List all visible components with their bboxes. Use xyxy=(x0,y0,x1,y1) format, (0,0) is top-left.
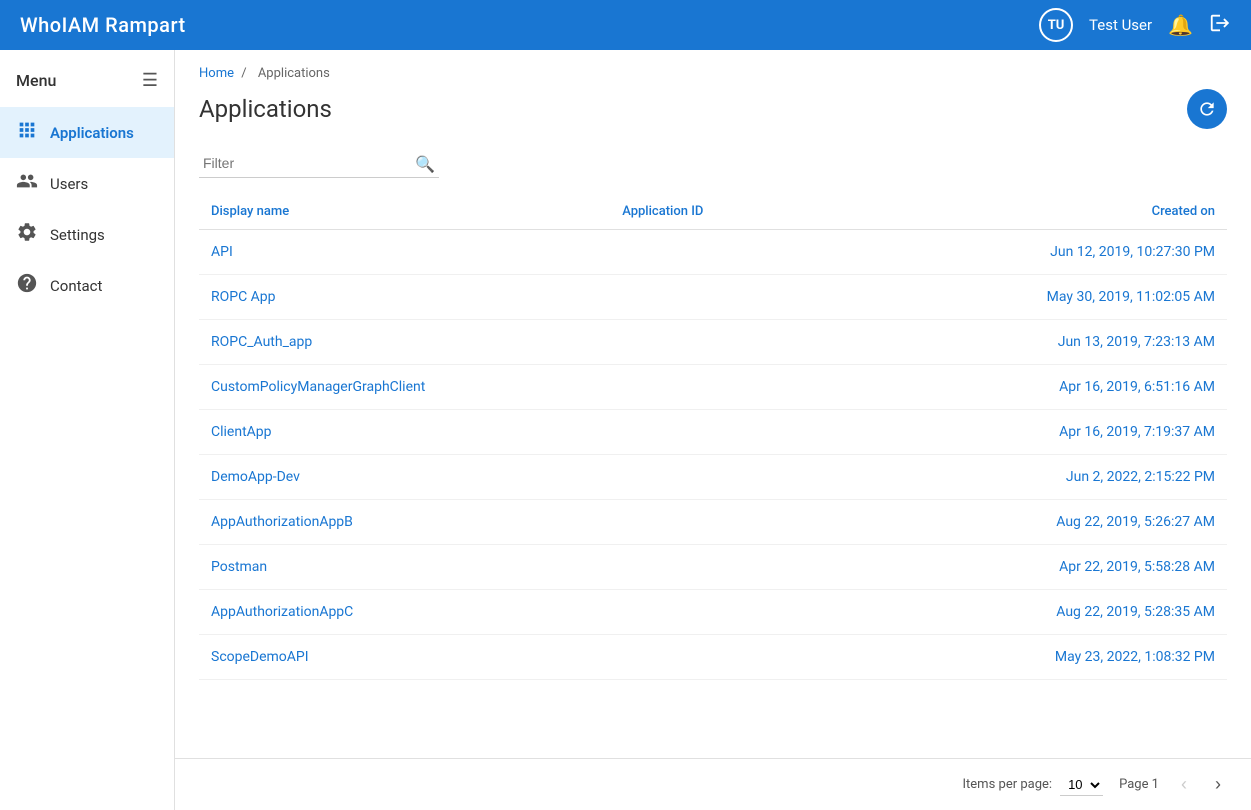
sidebar-label-users: Users xyxy=(50,175,88,193)
cell-app-id xyxy=(610,545,970,590)
sidebar-item-settings[interactable]: Settings xyxy=(0,209,174,260)
table-header: Display name Application ID Created on xyxy=(199,194,1227,230)
sidebar-item-users[interactable]: Users xyxy=(0,158,174,209)
topbar-right: TU Test User 🔔 xyxy=(1039,8,1231,42)
hamburger-icon[interactable]: ☰ xyxy=(142,70,158,91)
filter-input[interactable] xyxy=(199,149,439,178)
topbar: WhoIAM Rampart TU Test User 🔔 xyxy=(0,0,1251,50)
table-row[interactable]: ROPC App May 30, 2019, 11:02:05 AM xyxy=(199,275,1227,320)
cell-display-name[interactable]: Postman xyxy=(199,545,610,590)
sidebar-label-applications: Applications xyxy=(50,124,134,142)
cell-display-name[interactable]: ROPC_Auth_app xyxy=(199,320,610,365)
items-per-page: Items per page: 10 25 50 xyxy=(963,774,1104,796)
app-title: WhoIAM Rampart xyxy=(20,13,186,37)
table: Display name Application ID Created on A… xyxy=(199,194,1227,680)
cell-app-id xyxy=(610,230,970,275)
cell-display-name[interactable]: CustomPolicyManagerGraphClient xyxy=(199,365,610,410)
table-body: API Jun 12, 2019, 10:27:30 PM ROPC App May … xyxy=(199,230,1227,680)
cell-app-id xyxy=(610,455,970,500)
cell-display-name[interactable]: ROPC App xyxy=(199,275,610,320)
logout-icon[interactable] xyxy=(1209,12,1231,39)
cell-app-id xyxy=(610,635,970,680)
cell-created-on: Apr 22, 2019, 5:58:28 AM xyxy=(970,545,1227,590)
cell-display-name[interactable]: AppAuthorizationAppC xyxy=(199,590,610,635)
cell-created-on: Apr 16, 2019, 7:19:37 AM xyxy=(970,410,1227,455)
table-row[interactable]: API Jun 12, 2019, 10:27:30 PM xyxy=(199,230,1227,275)
col-header-display-name: Display name xyxy=(199,194,610,230)
apps-icon xyxy=(16,119,38,146)
cell-display-name[interactable]: DemoApp-Dev xyxy=(199,455,610,500)
cell-created-on: May 23, 2022, 1:08:32 PM xyxy=(970,635,1227,680)
breadcrumb: Home / Applications xyxy=(199,66,1227,81)
cell-app-id xyxy=(610,500,970,545)
col-header-app-id: Application ID xyxy=(610,194,970,230)
breadcrumb-home[interactable]: Home xyxy=(199,66,234,81)
cell-app-id xyxy=(610,365,970,410)
page-title-row: Applications xyxy=(199,89,1227,129)
prev-page-button[interactable]: ‹ xyxy=(1175,770,1193,799)
sidebar: Menu ☰ Applications Users Settings xyxy=(0,50,175,810)
search-icon: 🔍 xyxy=(415,154,435,173)
next-page-button[interactable]: › xyxy=(1209,770,1227,799)
sidebar-item-contact[interactable]: Contact xyxy=(0,260,174,311)
cell-app-id xyxy=(610,320,970,365)
col-header-created-on: Created on xyxy=(970,194,1227,230)
items-per-page-label: Items per page: xyxy=(963,777,1053,792)
username-label: Test User xyxy=(1089,16,1152,34)
page-info: Page 1 xyxy=(1119,777,1159,792)
user-avatar[interactable]: TU xyxy=(1039,8,1073,42)
applications-table: Display name Application ID Created on A… xyxy=(199,194,1227,680)
settings-icon xyxy=(16,221,38,248)
table-row[interactable]: AppAuthorizationAppC Aug 22, 2019, 5:28:3… xyxy=(199,590,1227,635)
page-title: Applications xyxy=(199,95,332,123)
breadcrumb-current: Applications xyxy=(258,66,330,81)
filter-row: 🔍 xyxy=(199,149,1227,178)
table-row[interactable]: ROPC_Auth_app Jun 13, 2019, 7:23:13 AM xyxy=(199,320,1227,365)
sidebar-label-settings: Settings xyxy=(50,226,105,244)
cell-app-id xyxy=(610,590,970,635)
users-icon xyxy=(16,170,38,197)
contact-icon xyxy=(16,272,38,299)
cell-app-id xyxy=(610,275,970,320)
cell-created-on: Apr 16, 2019, 6:51:16 AM xyxy=(970,365,1227,410)
cell-created-on: May 30, 2019, 11:02:05 AM xyxy=(970,275,1227,320)
cell-created-on: Jun 13, 2019, 7:23:13 AM xyxy=(970,320,1227,365)
pagination-bar: Items per page: 10 25 50 Page 1 ‹ › xyxy=(175,758,1251,810)
sidebar-item-applications[interactable]: Applications xyxy=(0,107,174,158)
menu-label: Menu xyxy=(16,71,56,90)
content-area: Home / Applications Applications 🔍 xyxy=(175,50,1251,696)
cell-display-name[interactable]: API xyxy=(199,230,610,275)
filter-input-wrap: 🔍 xyxy=(199,149,439,178)
menu-header: Menu ☰ xyxy=(0,60,174,107)
cell-created-on: Aug 22, 2019, 5:26:27 AM xyxy=(970,500,1227,545)
notification-icon[interactable]: 🔔 xyxy=(1168,13,1193,37)
table-header-row: Display name Application ID Created on xyxy=(199,194,1227,230)
cell-app-id xyxy=(610,410,970,455)
cell-display-name[interactable]: ScopeDemoAPI xyxy=(199,635,610,680)
table-row[interactable]: ScopeDemoAPI May 23, 2022, 1:08:32 PM xyxy=(199,635,1227,680)
cell-display-name[interactable]: AppAuthorizationAppB xyxy=(199,500,610,545)
cell-created-on: Aug 22, 2019, 5:28:35 AM xyxy=(970,590,1227,635)
table-row[interactable]: CustomPolicyManagerGraphClient Apr 16, 20… xyxy=(199,365,1227,410)
refresh-button[interactable] xyxy=(1187,89,1227,129)
table-row[interactable]: Postman Apr 22, 2019, 5:58:28 AM xyxy=(199,545,1227,590)
table-row[interactable]: ClientApp Apr 16, 2019, 7:19:37 AM xyxy=(199,410,1227,455)
cell-created-on: Jun 2, 2022, 2:15:22 PM xyxy=(970,455,1227,500)
main-content: Home / Applications Applications 🔍 xyxy=(175,50,1251,810)
items-per-page-select[interactable]: 10 25 50 xyxy=(1060,774,1103,796)
breadcrumb-separator: / xyxy=(241,66,246,81)
table-row[interactable]: AppAuthorizationAppB Aug 22, 2019, 5:26:2… xyxy=(199,500,1227,545)
cell-created-on: Jun 12, 2019, 10:27:30 PM xyxy=(970,230,1227,275)
layout: Menu ☰ Applications Users Settings xyxy=(0,50,1251,810)
sidebar-label-contact: Contact xyxy=(50,277,102,295)
cell-display-name[interactable]: ClientApp xyxy=(199,410,610,455)
user-initials: TU xyxy=(1048,18,1065,33)
table-row[interactable]: DemoApp-Dev Jun 2, 2022, 2:15:22 PM xyxy=(199,455,1227,500)
